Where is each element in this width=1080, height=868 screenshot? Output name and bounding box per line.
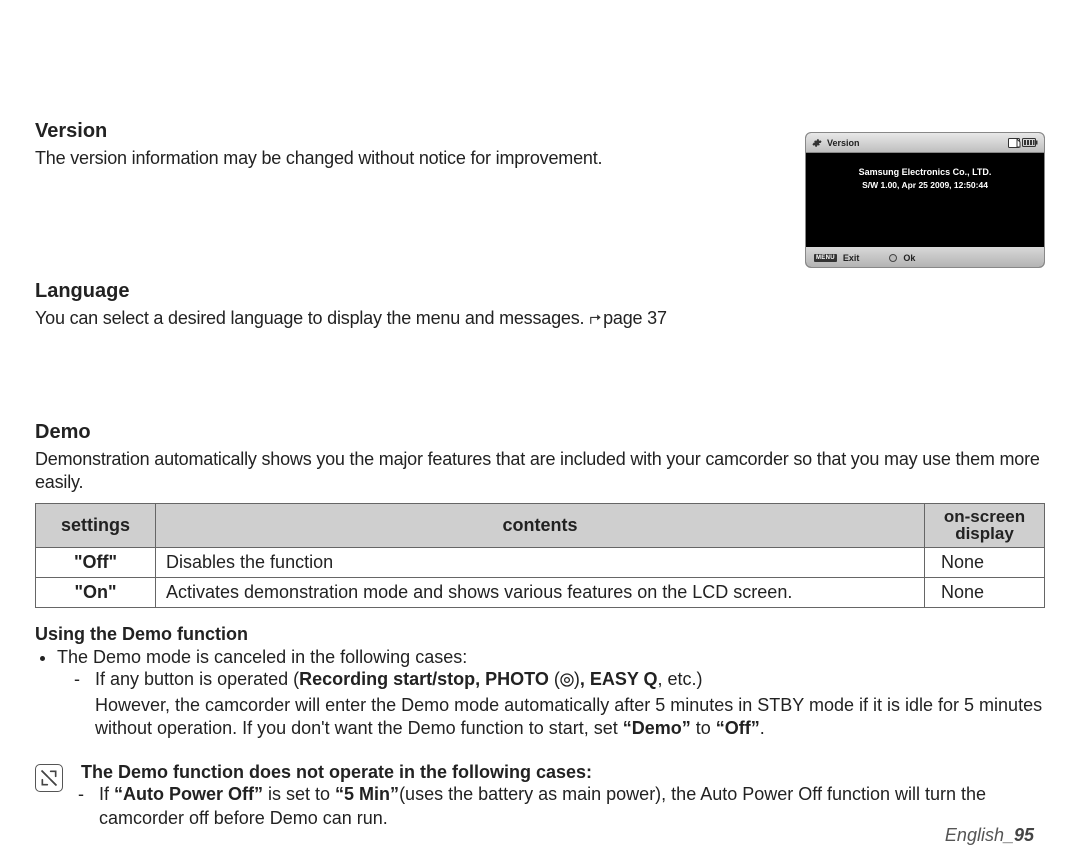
- dash-q1: “Demo”: [623, 718, 691, 738]
- dash-b1: Recording start/stop, PHOTO: [299, 669, 549, 689]
- dash-end: .: [760, 718, 765, 738]
- note-heading: The Demo function does not operate in th…: [81, 762, 1045, 783]
- ok-dot-icon: [889, 254, 897, 262]
- note-pre: If: [99, 784, 114, 804]
- device-body: Samsung Electronics Co., LTD. S/W 1.00, …: [806, 153, 1044, 247]
- page-footer: English_95: [945, 825, 1034, 846]
- dash-line2: However, the camcorder will enter the De…: [95, 695, 1042, 738]
- footer-page-number: 95: [1014, 825, 1034, 845]
- device-header: Version: [806, 133, 1044, 153]
- device-footer: MENU Exit Ok: [806, 247, 1044, 268]
- device-screenshot: Version Samsung Electronics Co., LTD. S/…: [805, 132, 1045, 268]
- demo-settings-table: settings contents on-screen display "Off…: [35, 503, 1045, 609]
- th-osd: on-screen display: [925, 503, 1045, 548]
- using-heading: Using the Demo function: [35, 624, 1045, 645]
- page-ref-arrow-icon: [589, 308, 603, 322]
- cell-on-desc: Activates demonstration mode and shows v…: [156, 578, 925, 608]
- demo-heading: Demo: [35, 421, 1045, 444]
- device-ok: Ok: [903, 253, 915, 263]
- device-exit: Exit: [843, 253, 860, 263]
- th-contents: contents: [156, 503, 925, 548]
- language-body-pre: You can select a desired language to dis…: [35, 308, 589, 328]
- language-heading: Language: [35, 280, 1045, 303]
- device-line1: Samsung Electronics Co., LTD.: [814, 167, 1036, 177]
- table-row: "On" Activates demonstration mode and sh…: [36, 578, 1045, 608]
- note-icon: [35, 764, 63, 792]
- card-icon: [1008, 138, 1022, 148]
- cell-off-osd: None: [925, 548, 1045, 578]
- cell-on-osd: None: [925, 578, 1045, 608]
- note-dash-item: If “Auto Power Off” is set to “5 Min”(us…: [99, 783, 1045, 830]
- dash-mid: (: [549, 669, 560, 689]
- footer-label: English_: [945, 825, 1014, 845]
- demo-body: Demonstration automatically shows you th…: [35, 448, 1045, 495]
- photo-button-icon: [560, 670, 574, 693]
- device-title: Version: [827, 138, 860, 148]
- using-dash-item: If any button is operated (Recording sta…: [95, 668, 1045, 740]
- using-bullet-text: The Demo mode is canceled in the followi…: [57, 647, 467, 667]
- note-b1: “Auto Power Off”: [114, 784, 263, 804]
- note-mid: is set to: [263, 784, 335, 804]
- th-osd-line1: on-screen: [944, 507, 1025, 526]
- gear-icon: [812, 138, 822, 148]
- menu-button-label: MENU: [814, 254, 837, 262]
- using-bullet: The Demo mode is canceled in the followi…: [57, 647, 1045, 740]
- dash-post: , etc.): [658, 669, 703, 689]
- language-body: You can select a desired language to dis…: [35, 307, 1045, 330]
- dash-to: to: [691, 718, 716, 738]
- cell-off: "Off": [36, 548, 156, 578]
- table-row: "Off" Disables the function None: [36, 548, 1045, 578]
- dash-q2: “Off”: [716, 718, 760, 738]
- cell-off-desc: Disables the function: [156, 548, 925, 578]
- th-osd-line2: display: [955, 524, 1014, 543]
- th-settings: settings: [36, 503, 156, 548]
- dash-pre: If any button is operated (: [95, 669, 299, 689]
- note-b2: “5 Min”: [335, 784, 399, 804]
- cell-on: "On": [36, 578, 156, 608]
- battery-icon: [1022, 138, 1038, 147]
- dash-b2: , EASY Q: [580, 669, 658, 689]
- device-line2: S/W 1.00, Apr 25 2009, 12:50:44: [814, 180, 1036, 190]
- language-body-post: page 37: [603, 308, 667, 328]
